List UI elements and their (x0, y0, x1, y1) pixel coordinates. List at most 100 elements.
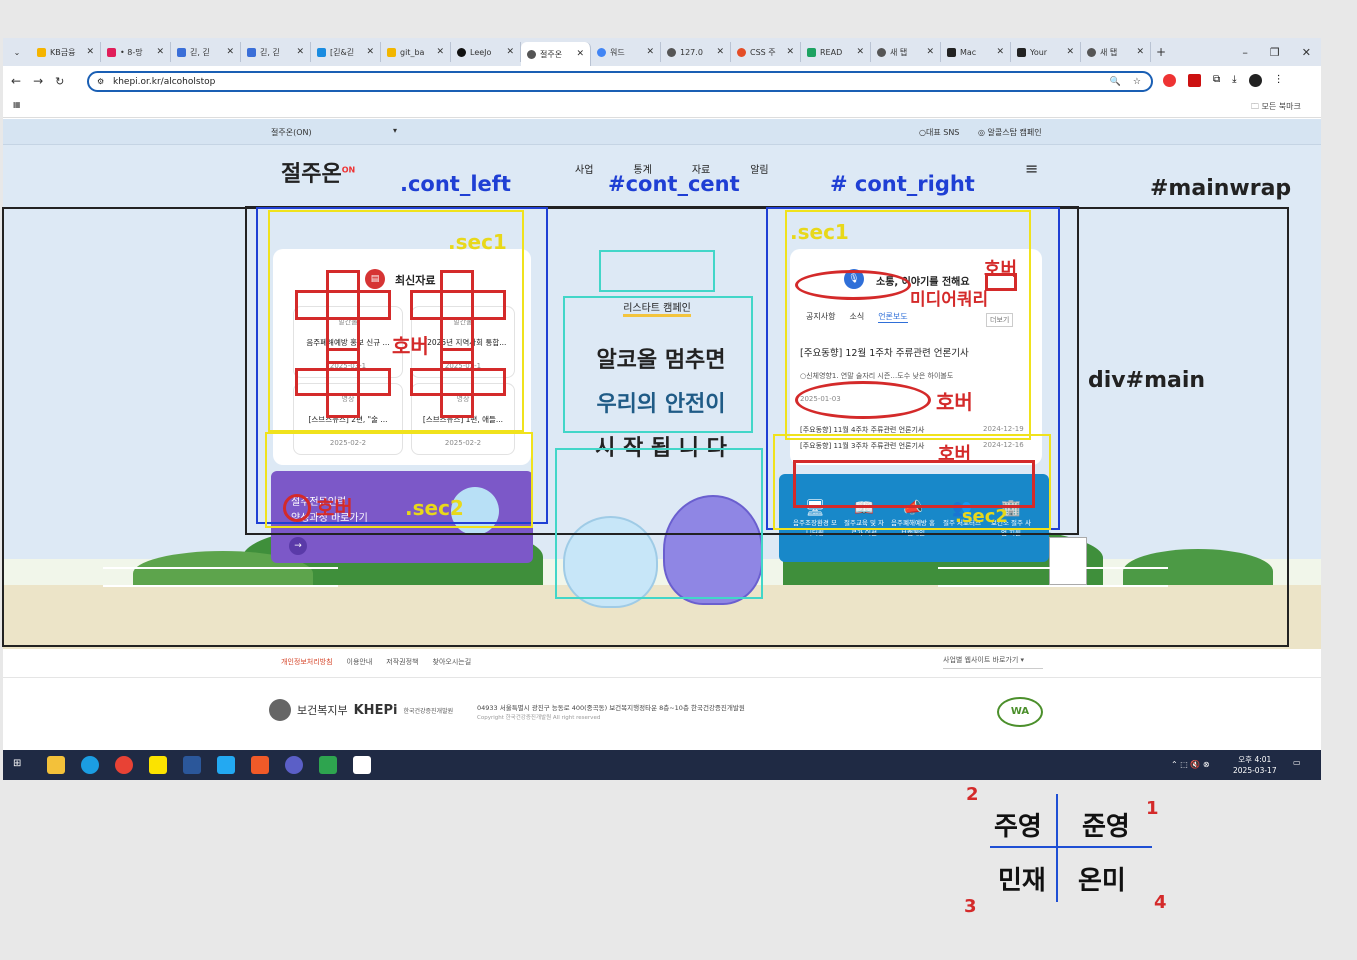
adblock-icon[interactable] (1163, 74, 1176, 87)
kakaotalk-icon[interactable] (149, 756, 167, 774)
tab-favicon-icon (667, 47, 676, 57)
tab-title: 새 탭 (1100, 47, 1118, 57)
system-tray-icons[interactable]: ⌃ ⬚ 🔇 ⊗ (1171, 760, 1210, 769)
back-icon[interactable]: ← (11, 74, 21, 88)
tab[interactable]: [긷&긷 ✕ (311, 42, 381, 62)
bookmark-star-icon[interactable]: ☆ (1133, 77, 1141, 87)
tab-title: LeeJo (470, 47, 492, 57)
tab[interactable]: Your ✕ (1011, 42, 1081, 62)
chrome-icon[interactable] (115, 756, 133, 774)
nav-item-notice[interactable]: 알림 (750, 161, 768, 176)
notion-icon (947, 47, 956, 57)
tab[interactable]: 긷, 긷 ✕ (171, 42, 241, 62)
tab-close-icon[interactable]: ✕ (296, 47, 304, 57)
zoom-icon[interactable]: 🔍 (1110, 77, 1121, 87)
tab-close-icon[interactable]: ✕ (786, 47, 794, 57)
site-logo[interactable]: 절주온ON (281, 156, 355, 188)
vscode-icon[interactable] (217, 756, 235, 774)
download-icon[interactable]: ⤓ (1232, 74, 1236, 87)
zoom-app-icon[interactable] (285, 756, 303, 774)
site-footer: 개인정보처리방침 이용안내 저작권정책 찾아오시는길 사업별 웹사이트 바로가기… (3, 649, 1321, 750)
hamburger-menu-icon[interactable]: ≡ (1025, 159, 1038, 178)
tab-title: 127.0 (680, 47, 703, 57)
tab-favicon-icon (877, 47, 886, 57)
windows-start-icon[interactable]: ⊞ (13, 758, 21, 769)
cross-marker (410, 290, 506, 320)
campaign-link[interactable]: ◎ 알콜스탑 캠페인 (978, 127, 1042, 138)
tab-close-icon[interactable]: ✕ (576, 49, 584, 59)
minimize-icon[interactable]: – (1242, 46, 1248, 59)
notification-icon[interactable]: ▭ (1293, 758, 1301, 767)
tab[interactable]: 새 탭 ✕ (1081, 42, 1151, 62)
extensions: ⧉ ⤓ ⋮ (1163, 74, 1284, 87)
tab-close-icon[interactable]: ✕ (856, 47, 864, 57)
footer-address: 04933 서울특별시 광진구 능동로 400(중곡동) 보건복지행정타운 8층… (477, 704, 745, 712)
tab-close-icon[interactable]: ✕ (716, 47, 724, 57)
tab[interactable]: 워드 ✕ (591, 42, 661, 62)
tab[interactable]: CSS 주 ✕ (731, 42, 801, 62)
close-window-icon[interactable]: ✕ (1302, 46, 1311, 59)
site-info-icon[interactable]: ⚙ (97, 77, 104, 86)
footer-link-terms[interactable]: 이용안내 (347, 657, 373, 667)
footer-link-privacy[interactable]: 개인정보처리방침 (281, 657, 333, 667)
tab[interactable]: 새 탭 ✕ (871, 42, 941, 62)
tab-favicon-icon (107, 47, 116, 57)
tab[interactable]: 긷, 긷 ✕ (241, 42, 311, 62)
tab[interactable]: • 8-망 ✕ (101, 42, 171, 62)
apps-grid-icon[interactable]: ▦ (13, 100, 21, 109)
tab-close-icon[interactable]: ✕ (86, 47, 94, 57)
menu-dots-icon[interactable]: ⋮ (1274, 74, 1284, 87)
legend-vertical-line (1056, 794, 1058, 902)
nav-item-business[interactable]: 사업 (575, 161, 593, 176)
word-icon[interactable] (183, 756, 201, 774)
sourcetree-icon[interactable] (319, 756, 337, 774)
site-select[interactable]: 절주온(ON) (271, 127, 312, 138)
utility-bar: 절주온(ON) ▾ ○대표 SNS ◎ 알콜스탑 캠페인 (3, 119, 1321, 145)
all-bookmarks[interactable]: 🗀 모든 북마크 (1251, 101, 1301, 115)
profile-avatar[interactable] (1248, 74, 1262, 87)
tab-close-icon[interactable]: ✕ (226, 47, 234, 57)
tab-close-icon[interactable]: ✕ (646, 47, 654, 57)
clock[interactable]: 오후 4:01 2025-03-17 (1233, 754, 1277, 776)
tab[interactable]: READ ✕ (801, 42, 871, 62)
site-selector-label: 사업별 웹사이트 바로가기 (943, 656, 1019, 664)
site-selector[interactable]: 사업별 웹사이트 바로가기 ▾ (943, 655, 1043, 669)
tab-title: • 8-망 (120, 47, 143, 57)
tab[interactable]: Mac ✕ (941, 42, 1011, 62)
tab-close-icon[interactable]: ✕ (436, 47, 444, 57)
tab-search-icon[interactable]: ⌄ (3, 48, 31, 57)
tab-close-icon[interactable]: ✕ (366, 47, 374, 57)
sns-link[interactable]: ○대표 SNS (919, 127, 959, 138)
tab-close-icon[interactable]: ✕ (156, 47, 164, 57)
app-icon[interactable] (251, 756, 269, 774)
forward-icon[interactable]: → (33, 74, 43, 88)
tab[interactable]: LeeJo ✕ (451, 42, 521, 62)
legend-num-3: 3 (964, 896, 977, 917)
new-tab-button[interactable]: + (1151, 45, 1171, 59)
tab[interactable]: git_ba ✕ (381, 42, 451, 62)
tab-title: git_ba (400, 47, 425, 57)
restore-icon[interactable]: ❐ (1270, 46, 1280, 59)
tab-close-icon[interactable]: ✕ (1066, 47, 1074, 57)
tab-title: KB금융 (50, 47, 76, 57)
tab[interactable]: 127.0 ✕ (661, 42, 731, 62)
logo-sup: ON (341, 165, 356, 175)
footer-link-directions[interactable]: 찾아오시는길 (433, 657, 472, 667)
url-field[interactable]: ⚙ khepi.or.kr/alcoholstop 🔍 ☆ (87, 71, 1153, 92)
notion-app-icon[interactable] (353, 756, 371, 774)
tab-close-icon[interactable]: ✕ (1136, 47, 1144, 57)
tab-close-icon[interactable]: ✕ (996, 47, 1004, 57)
footer-link-copyright[interactable]: 저작권정책 (386, 657, 418, 667)
reload-icon[interactable]: ↻ (55, 75, 64, 88)
pdf-icon[interactable] (1188, 74, 1201, 87)
edge-icon[interactable] (81, 756, 99, 774)
extensions-icon[interactable]: ⧉ (1213, 74, 1220, 87)
tab-title: 워드 (610, 47, 625, 57)
file-explorer-icon[interactable] (47, 756, 65, 774)
tab-favicon-icon (1087, 47, 1096, 57)
tab-close-icon[interactable]: ✕ (926, 47, 934, 57)
tab[interactable]: KB금융 ✕ (31, 42, 101, 62)
tab-close-icon[interactable]: ✕ (506, 47, 514, 57)
arrow-circle-marker (283, 494, 311, 522)
tab-active[interactable]: 절주온 ✕ (521, 42, 591, 66)
